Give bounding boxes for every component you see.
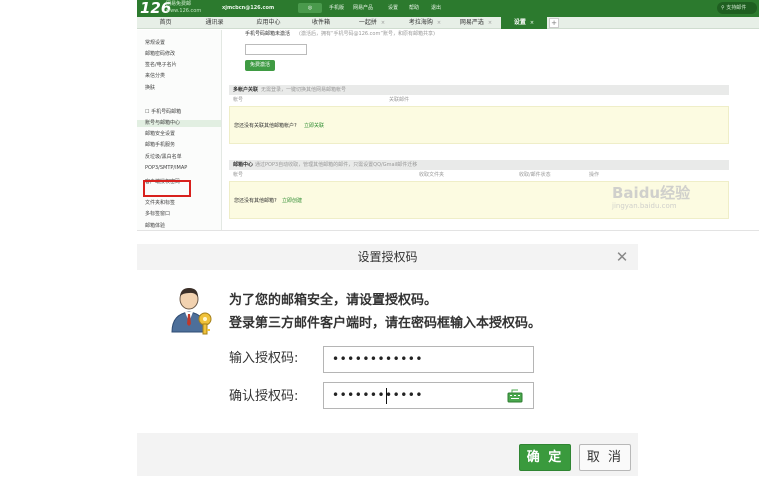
tab-settings[interactable]: 设置 × [501,17,547,29]
no-linked-panel: 您还没有关联其他邮箱帐户? 立即关联 [229,106,729,144]
phone-activate-title: 手机号码邮箱未激活 [245,31,291,37]
sidebar-item-experience[interactable]: 邮箱体验 [145,223,165,230]
column-linked: 关联邮件 [389,97,410,103]
topbar-item-help[interactable]: 帮助 [409,4,419,12]
sidebar-item-filters[interactable]: 来信分类 [145,73,165,80]
no-linked-text: 您还没有关联其他邮箱帐户? [234,123,297,129]
tab-yanxuan[interactable]: 网易严选 × [453,17,499,29]
watermark: Baidu经验 [612,184,691,202]
confirm-code-input[interactable]: •••••••••••• [323,382,534,409]
topbar-item-logout[interactable]: 退出 [431,4,441,12]
column-account: 帐号 [233,97,244,103]
cancel-button[interactable]: 取 消 [579,444,631,471]
sidebar-item-multitab[interactable]: 多标签窗口 [145,211,170,218]
sidebar-item-folders[interactable]: 文件夹和标签 [145,200,175,207]
mail-center-header: 邮箱中心 通过POP3自动收取，管理其他邮箱的邮件，只需设置QQ/Gmail邮件… [229,160,729,170]
phone-activate-hint: (激活后，拥有“手机号码@126.com”账号，和原有邮箱共享) [299,31,435,37]
column-account-2: 帐号 [233,172,244,178]
dialog-message-line1: 为了您的邮箱安全，请设置授权码。 [229,293,438,308]
auth-code-label: 输入授权码: [229,351,299,366]
dialog-titlebar: 设置授权码 ✕ [137,244,638,270]
account-name[interactable]: xjmcbcn@126.com [222,4,274,12]
close-icon[interactable]: × [381,20,385,26]
mail-settings-screenshot: 126 网易免费邮 www.126.com xjmcbcn@126.com ◎ … [137,0,759,231]
tab-inbox[interactable]: 收件箱 [299,17,343,29]
sidebar-item-pop3[interactable]: POP3/SMTP/IMAP [145,165,187,172]
topbar-item-settings[interactable]: 设置 [388,4,398,12]
tab-contacts-label: 通讯录 [205,19,224,26]
sidebar-item-security[interactable]: 邮箱安全设置 [145,131,175,138]
sidebar-item-account-center[interactable]: 账号与邮箱中心 [137,120,221,127]
mail-logo-sub: 网易免费邮 [166,1,192,7]
tab-apps-label: 应用中心 [256,19,281,26]
search-placeholder: 支持邮件 [726,5,747,11]
auth-code-value: •••••••••••• [332,352,423,366]
close-icon[interactable]: ✕ [614,247,630,267]
close-icon[interactable]: × [530,20,534,26]
auth-code-dialog: 设置授权码 ✕ 为了您的邮箱安全，请设置授权码。 登录第三方邮件客户端时，请在密… [137,244,638,476]
search-input[interactable]: ⚲ 支持邮件 [717,2,757,14]
multi-account-title: 多帐户关联 [233,87,259,93]
link-now-link[interactable]: 立即关联 [304,123,324,130]
watermark-url: jingyan.baidu.com [612,202,677,210]
tab-group-buy[interactable]: 一起拼 × [349,17,395,29]
mail-center-title: 邮箱中心 [233,162,254,168]
tab-yanxuan-label: 网易严选 [459,19,484,26]
tab-contacts[interactable]: 通讯录 [192,17,237,29]
settings-content: 手机号码邮箱未激活 (激活后，拥有“手机号码@126.com”账号，和原有邮箱共… [229,30,759,230]
new-tab-button[interactable]: + [549,18,559,28]
dialog-message-line2: 登录第三方邮件客户端时，请在密码框输入本授权码。 [229,316,542,331]
tab-kaola[interactable]: 考拉海购 × [399,17,451,29]
highlight-box [143,180,191,197]
mail-center-desc: 通过POP3自动收取，管理其他邮箱的邮件，只需设置QQ/Gmail邮件迁移 [255,162,418,168]
text-caret [386,388,387,404]
sidebar-item-signature[interactable]: 签名/电子名片 [145,62,177,69]
multi-account-desc: 无需登录，一键切换其他网易邮箱帐号 [261,87,347,93]
column-action: 操作 [589,172,600,178]
close-icon[interactable]: × [437,20,441,26]
confirm-button[interactable]: 确 定 [519,444,571,471]
sidebar-item-sms[interactable]: 邮箱手机服务 [145,142,175,149]
phone-input[interactable] [245,44,307,55]
keyboard-icon[interactable] [507,389,523,403]
mail-tab-bar: 首页 通讯录 应用中心 收件箱 一起拼 × 考拉海购 × 网易严选 × 设置 × + [137,17,759,29]
sidebar-item-antispam[interactable]: 反垃圾/黑白名单 [145,154,182,161]
create-now-link[interactable]: 立即创建 [282,198,302,205]
mail-logo-url: www.126.com [166,8,202,14]
topbar-new-button[interactable]: ◎ [298,3,322,13]
tab-inbox-label: 收件箱 [311,19,330,26]
auth-code-input[interactable]: •••••••••••• [323,346,534,373]
sidebar-item-skin[interactable]: 换肤 [145,85,155,92]
column-folder: 收取文件夹 [419,172,445,178]
no-other-text: 您还没有其他邮箱? [234,198,277,204]
sidebar-item-password[interactable]: 邮箱密码修改 [145,51,175,58]
tab-home-label: 首页 [159,19,172,26]
settings-sidebar: 常规设置 邮箱密码修改 签名/电子名片 来信分类 换肤 ☐ 手机号码邮箱 账号与… [137,30,222,230]
confirm-code-value: •••••••••••• [332,388,423,402]
column-status: 收取/邮件状态 [519,172,551,178]
sidebar-item-mobile-mail[interactable]: ☐ 手机号码邮箱 [145,109,181,116]
close-icon[interactable]: × [488,20,492,26]
tab-home[interactable]: 首页 [143,17,188,29]
sidebar-item-general[interactable]: 常规设置 [145,40,165,47]
topbar-item-products[interactable]: 网易产品 [353,4,373,12]
dialog-title: 设置授权码 [357,250,418,264]
topbar-item-mobile[interactable]: 手机版 [329,4,344,12]
confirm-code-label: 确认授权码: [229,389,299,404]
mail-topbar: 126 网易免费邮 www.126.com xjmcbcn@126.com ◎ … [137,0,759,17]
multi-account-header: 多帐户关联 无需登录，一键切换其他网易邮箱帐号 [229,85,729,95]
user-key-icon [171,288,212,335]
tab-settings-label: 设置 [513,19,526,26]
tab-kaola-label: 考拉海购 [408,19,433,26]
activate-button[interactable]: 免费激活 [245,60,275,71]
page: 126 网易免费邮 www.126.com xjmcbcn@126.com ◎ … [0,0,759,486]
tab-group-buy-label: 一起拼 [358,19,377,26]
tab-apps[interactable]: 应用中心 [241,17,296,29]
